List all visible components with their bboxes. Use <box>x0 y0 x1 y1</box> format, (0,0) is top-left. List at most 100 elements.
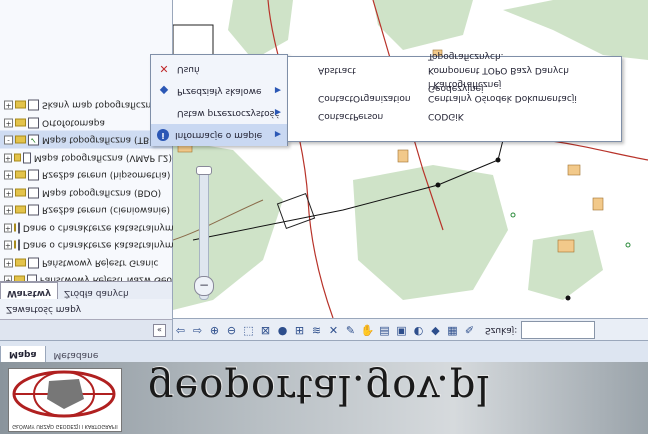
expand-icon[interactable]: + <box>4 257 13 267</box>
info-icon[interactable]: ● <box>275 323 290 338</box>
layer-item[interactable]: - ✓ Mapa topograficzna (TBD) <box>0 131 172 149</box>
layer-label: Dane o charakterze katastralnym <box>22 239 174 250</box>
building <box>397 149 409 163</box>
layer-tree: + Skany map topograficznych + Ortofotomapa -… <box>0 96 174 289</box>
map-view[interactable] <box>173 0 648 318</box>
site-title: geoportal.gov.pl <box>148 366 491 412</box>
layer-label: Mapa topograficzna (TBD) <box>42 134 160 145</box>
tab-layers[interactable]: Warstwy <box>0 282 58 300</box>
metadata-value: Komponent TOPO Bazy Danych <box>428 65 569 75</box>
legend-icon[interactable]: ▤ <box>377 323 392 338</box>
layer-item[interactable]: + Skany map topograficznych <box>0 96 172 114</box>
menu-item-map-info[interactable]: i Informacje o mapie ▶ <box>151 124 287 146</box>
metadata-value: Topograficznych. <box>428 51 504 61</box>
layer-checkbox[interactable] <box>17 221 20 233</box>
zoom-box-icon[interactable]: ⬚ <box>241 323 256 338</box>
layer-item[interactable]: + Mapa topograficzna (VMAP L2) <box>0 149 172 167</box>
zoom-out-icon[interactable]: ⊖ <box>224 323 239 338</box>
zoom-in-icon[interactable]: ⊕ <box>207 323 222 338</box>
layer-checkbox[interactable] <box>28 116 39 128</box>
layer-item[interactable]: + Dane o charakterze katastralnym <box>0 219 174 237</box>
info-icon: i <box>157 129 169 141</box>
expand-icon[interactable]: + <box>4 152 12 162</box>
identify-icon[interactable]: ⊞ <box>292 323 307 338</box>
measure-icon[interactable]: ≋ <box>309 323 324 338</box>
full-extent-icon[interactable]: ⊠ <box>258 323 273 338</box>
layer-item[interactable]: + Dane o charakterze katastralnym <box>0 236 174 254</box>
edit-icon[interactable]: ✐ <box>462 323 477 338</box>
layer-checkbox[interactable] <box>28 256 39 268</box>
layer-checkbox[interactable] <box>28 186 39 198</box>
globe-logo-icon <box>12 370 116 418</box>
expand-icon[interactable]: + <box>4 117 13 127</box>
layer-item[interactable]: + Państwowy Rejestr Granic <box>0 254 172 272</box>
metadata-key: ContactPerson <box>318 111 384 121</box>
forest-area <box>228 0 293 60</box>
back-icon[interactable]: ⇦ <box>173 323 188 338</box>
folder-icon <box>15 135 26 144</box>
menu-item-label: Usuń <box>177 64 200 74</box>
layer-checkbox[interactable] <box>17 239 20 251</box>
layer-item[interactable]: + Rzeźba terenu (cieniowanie) <box>0 201 172 219</box>
building-outline <box>173 24 214 56</box>
road <box>267 0 334 318</box>
metadata-key: ContactOrganization <box>318 93 411 103</box>
pan-icon[interactable]: ✋ <box>360 323 375 338</box>
measure-vertex <box>435 182 441 188</box>
layer-label: Ortofotomapa <box>42 117 106 128</box>
submenu-arrow-icon: ▶ <box>274 130 281 140</box>
draw-icon[interactable]: ✎ <box>343 323 358 338</box>
zoom-slider-handle[interactable] <box>196 166 212 175</box>
menu-item-set-transparency[interactable]: Ustaw przezroczystość ▶ <box>151 102 287 124</box>
layer-label: Dane o charakterze katastralnym <box>22 222 174 233</box>
layer-context-menu: ✕ Usuń ◆ Przedziały skalowe ▶ Ustaw przezrocz… <box>150 54 288 146</box>
layer-item[interactable]: + Mapa topograficzna (BDO) <box>0 184 172 202</box>
layer-checkbox[interactable] <box>28 169 39 181</box>
save-icon[interactable]: ▦ <box>445 323 460 338</box>
expand-icon[interactable]: + <box>4 187 13 197</box>
layer-label: Mapa topograficzna (BDO) <box>42 187 162 198</box>
layer-checkbox[interactable] <box>28 99 39 111</box>
forest-area <box>373 0 473 50</box>
view-tabs: Mapa Metadane <box>0 340 648 363</box>
print-icon[interactable]: ▣ <box>394 323 409 338</box>
layer-checkbox[interactable]: ✓ <box>28 134 39 146</box>
folder-icon <box>15 205 26 214</box>
map-toolbar: ⇦ ⇨ ⊕ ⊖ ⬚ ⊠ ● ⊞ ≋ ✕ ✎ ✋ ▤ ▣ ◐ ◆ ▦ ✐ Szukaj: <box>173 318 648 341</box>
expand-icon[interactable]: + <box>4 240 12 250</box>
layer-label: Mapa topograficzna (VMAP L2) <box>33 152 172 163</box>
shield-icon[interactable]: ◆ <box>428 323 443 338</box>
expand-icon[interactable]: - <box>4 135 13 145</box>
layers-icon[interactable]: ◐ <box>411 323 426 338</box>
layer-item[interactable]: + Ortofotomapa <box>0 114 172 132</box>
expand-icon[interactable]: + <box>4 100 13 110</box>
collapse-icon[interactable]: « <box>153 324 166 337</box>
layer-checkbox[interactable] <box>28 204 39 216</box>
building <box>557 239 575 253</box>
search-label: Szukaj: <box>485 325 518 335</box>
collapse-bar: « <box>0 319 172 341</box>
menu-item-remove[interactable]: ✕ Usuń <box>151 58 287 80</box>
expand-icon[interactable]: + <box>4 205 13 215</box>
tab-metadata[interactable]: Metadane <box>46 347 107 363</box>
forward-icon[interactable]: ⇨ <box>190 323 205 338</box>
layer-item[interactable]: + Rzeźba terenu (hipsometria) <box>0 166 172 184</box>
folder-icon <box>15 258 26 267</box>
submenu-arrow-icon: ▶ <box>274 108 281 118</box>
gugik-logo: GŁÓWNY URZĄD GEODEZJI I KARTOGRAFII <box>8 368 122 432</box>
search-input[interactable] <box>521 321 596 339</box>
folder-icon <box>13 153 22 162</box>
layer-checkbox[interactable] <box>23 151 31 163</box>
logo-caption: GŁÓWNY URZĄD GEODEZJI I KARTOGRAFII <box>12 423 118 429</box>
tab-data-sources[interactable]: Źródła danych <box>58 282 135 300</box>
map-canvas <box>173 0 648 318</box>
shield-icon: ◆ <box>159 84 169 98</box>
point-marker <box>565 295 571 301</box>
menu-item-scale-ranges[interactable]: ◆ Przedziały skalowe ▶ <box>151 80 287 102</box>
zoom-out-icon[interactable]: − <box>194 276 214 296</box>
geoportal-banner: GŁÓWNY URZĄD GEODEZJI I KARTOGRAFII geop… <box>0 362 648 434</box>
expand-icon[interactable]: + <box>4 222 12 232</box>
expand-icon[interactable]: + <box>4 170 13 180</box>
clear-icon[interactable]: ✕ <box>326 323 341 338</box>
tab-map[interactable]: Mapa <box>0 346 46 363</box>
